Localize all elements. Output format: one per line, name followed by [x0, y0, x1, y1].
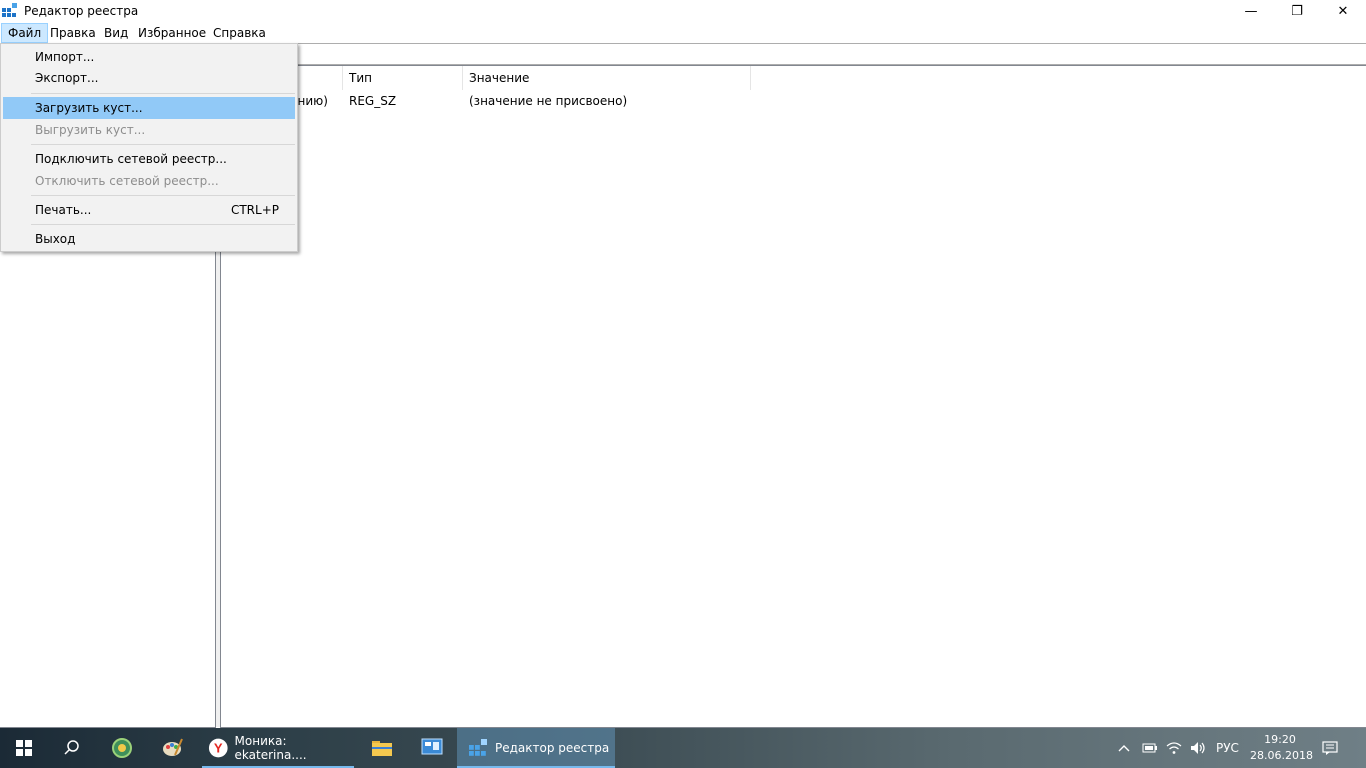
close-button[interactable]: ✕: [1320, 0, 1366, 23]
shield-globe-icon: [112, 738, 132, 758]
menu-item-exit[interactable]: Выход: [3, 228, 295, 250]
battery-tray-button[interactable]: [1142, 728, 1160, 768]
menu-item-import[interactable]: Импорт...: [3, 46, 295, 68]
chevron-up-icon: [1118, 745, 1130, 752]
volume-tray-button[interactable]: [1190, 728, 1208, 768]
window-title: Редактор реестра: [24, 4, 139, 18]
menu-item-print[interactable]: Печать... CTRL+P: [3, 199, 295, 221]
taskbar-task-regedit[interactable]: Редактор реестра: [457, 728, 615, 768]
values-list[interactable]: Имя Тип Значение (По умолчанию) REG_SZ (…: [220, 65, 1366, 728]
speaker-icon: [1191, 742, 1205, 754]
menu-item-export[interactable]: Экспорт...: [3, 67, 295, 89]
clock-date: 28.06.2018: [1250, 749, 1313, 762]
restore-button[interactable]: ❐: [1274, 0, 1320, 23]
paint-palette-icon: [163, 738, 183, 756]
svg-text:Y: Y: [214, 741, 223, 756]
row-value-cell: (значение не присвоено): [469, 94, 628, 108]
regedit-icon: [469, 739, 487, 756]
wifi-icon: [1166, 742, 1182, 754]
menu-item-load-hive[interactable]: Загрузить куст...: [3, 97, 295, 119]
menu-separator: [31, 195, 295, 196]
control-panel-icon: [421, 738, 443, 755]
menu-bar: Файл Правка Вид Избранное Справка: [0, 23, 1366, 43]
clock-time: 19:20: [1264, 733, 1296, 746]
minimize-button[interactable]: —: [1228, 0, 1274, 23]
menu-separator: [31, 93, 295, 94]
menu-separator: [31, 144, 295, 145]
menu-help[interactable]: Справка: [207, 23, 272, 43]
menu-item-unload-hive: Выгрузить куст...: [35, 123, 146, 137]
title-bar: Редактор реестра — ❐ ✕: [0, 0, 1366, 23]
battery-icon: [1142, 743, 1157, 753]
menu-item-connect-network-registry[interactable]: Подключить сетевой реестр...: [3, 148, 295, 170]
file-menu-dropdown: Импорт... Экспорт... Загрузить куст... В…: [0, 43, 298, 252]
file-explorer-button[interactable]: [358, 728, 406, 768]
start-button[interactable]: [0, 728, 48, 768]
menu-file[interactable]: Файл: [1, 23, 49, 43]
taskbar: Y Моника: ekaterina.... Редактор реестра: [0, 728, 1366, 768]
show-hidden-icons-button[interactable]: [1118, 728, 1136, 768]
print-shortcut: CTRL+P: [230, 203, 279, 217]
network-tray-button[interactable]: [1166, 728, 1184, 768]
menu-edit[interactable]: Правка: [44, 23, 102, 43]
action-center-button[interactable]: [1322, 728, 1342, 768]
yandex-browser-icon: Y: [208, 738, 228, 758]
language-label: РУС: [1216, 741, 1239, 755]
restore-icon: ❐: [1291, 4, 1303, 19]
clock[interactable]: 19:20 28.06.2018: [1250, 732, 1313, 764]
task-label: Редактор реестра: [495, 741, 610, 755]
row-type-cell: REG_SZ: [349, 94, 397, 108]
task-label: Моника: ekaterina....: [234, 734, 307, 762]
search-button[interactable]: [48, 728, 96, 768]
column-value-header[interactable]: Значение: [463, 66, 751, 90]
taskbar-task-browser[interactable]: Y Моника: ekaterina....: [202, 728, 354, 768]
folder-icon: [372, 741, 392, 756]
column-type-header[interactable]: Тип: [343, 66, 463, 90]
search-icon: [64, 740, 79, 755]
menu-view[interactable]: Вид: [98, 23, 134, 43]
close-icon: ✕: [1337, 4, 1349, 19]
menu-favorites[interactable]: Избранное: [132, 23, 212, 43]
regedit-icon: [2, 3, 17, 17]
control-panel-button[interactable]: [408, 728, 456, 768]
paint-app-button[interactable]: [148, 728, 196, 768]
pinned-app-button[interactable]: [98, 728, 146, 768]
menu-separator: [31, 224, 295, 225]
notification-icon: [1322, 741, 1338, 755]
minimize-icon: —: [1244, 4, 1258, 19]
menu-item-disconnect-network-registry: Отключить сетевой реестр...: [35, 174, 219, 188]
language-indicator[interactable]: РУС: [1216, 728, 1246, 768]
windows-icon: [16, 740, 32, 756]
